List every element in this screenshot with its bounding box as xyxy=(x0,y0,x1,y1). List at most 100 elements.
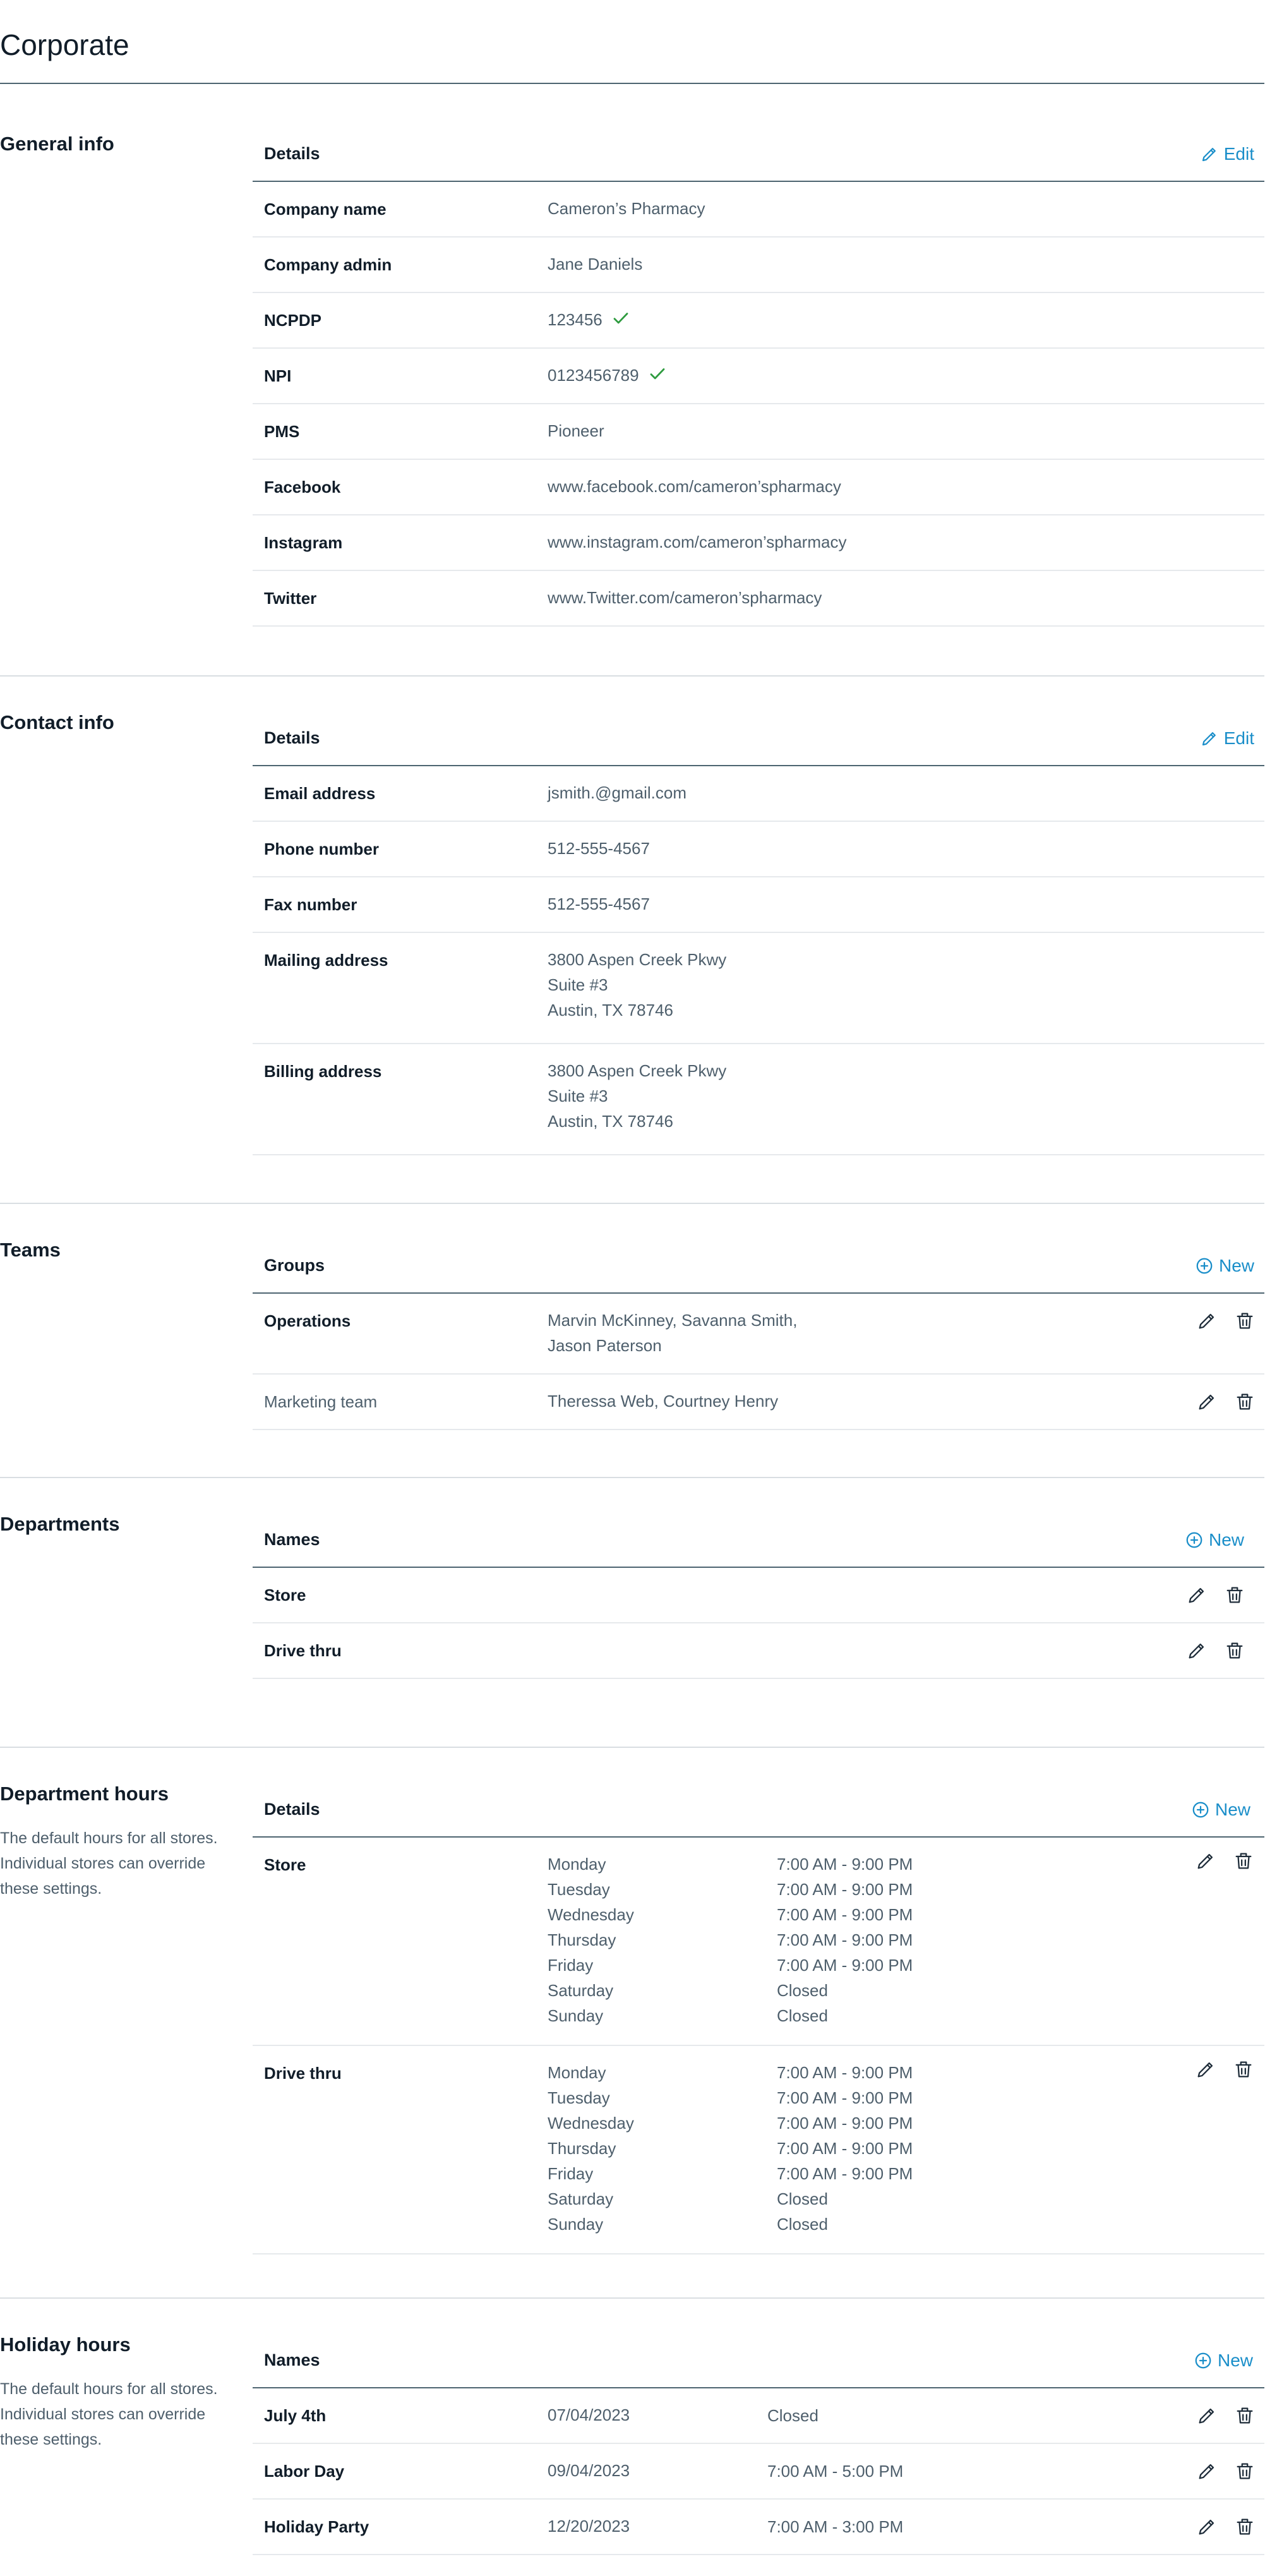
table-row: Operations Marvin McKinney, Savanna Smit… xyxy=(253,1294,1264,1375)
edit-general-button[interactable]: Edit xyxy=(1200,144,1254,164)
day-hours: 7:00 AM - 9:00 PM xyxy=(777,2088,913,2107)
edit-pencil-icon[interactable] xyxy=(1196,1391,1218,1412)
row-label: Fax number xyxy=(264,895,357,914)
member-line: Marvin McKinney, Savanna Smith, xyxy=(548,1311,798,1330)
day-name: Monday xyxy=(548,1855,606,1874)
row-actions xyxy=(1196,1310,1256,1332)
trash-icon[interactable] xyxy=(1224,1640,1245,1661)
day-hours: 7:00 AM - 9:00 PM xyxy=(777,2139,913,2158)
edit-pencil-icon[interactable] xyxy=(1196,2516,1218,2537)
row-label: Facebook xyxy=(264,478,341,497)
new-holiday-button[interactable]: New xyxy=(1194,2350,1253,2371)
general-info-table: Details Edit Company name Cameron’s Phar… xyxy=(253,126,1264,627)
pencil-icon xyxy=(1202,148,1216,162)
column-header: Details xyxy=(264,728,320,747)
edit-pencil-icon[interactable] xyxy=(1186,1640,1208,1661)
day-list: Monday Tuesday Wednesday Thursday Friday… xyxy=(548,2060,634,2237)
table-row: Company admin Jane Daniels xyxy=(253,238,1264,293)
row-value: Marvin McKinney, Savanna Smith, Jason Pa… xyxy=(548,1308,797,1358)
table-header: Details Edit xyxy=(253,126,1264,182)
department-hours-section: Department hours The default hours for a… xyxy=(0,1747,1264,2297)
row-value: www.facebook.com/cameron’spharmacy xyxy=(548,477,841,496)
table-header: Details Edit xyxy=(253,711,1264,766)
table-row: Drive thru xyxy=(253,1623,1264,1679)
column-header: Details xyxy=(264,144,320,163)
table-row: Email address jsmith.@gmail.com xyxy=(253,766,1264,822)
trash-icon[interactable] xyxy=(1224,1584,1245,1606)
day-name: Sunday xyxy=(548,2215,604,2234)
table-header: Groups New xyxy=(253,1238,1264,1294)
new-team-button[interactable]: New xyxy=(1195,1256,1254,1276)
address-line: Austin, TX 78746 xyxy=(548,1001,673,1020)
row-value: Jane Daniels xyxy=(548,255,643,274)
plus-circle-icon xyxy=(1192,1802,1209,1818)
edit-pencil-icon[interactable] xyxy=(1195,2059,1216,2080)
day-name: Monday xyxy=(548,2063,606,2082)
row-actions xyxy=(1195,1850,1254,1872)
row-actions xyxy=(1196,2460,1256,2482)
table-row: Instagram www.instagram.com/cameron’spha… xyxy=(253,515,1264,571)
row-value: 512-555-4567 xyxy=(548,894,650,913)
day-list: Monday Tuesday Wednesday Thursday Friday… xyxy=(548,1851,634,2028)
member-line: Jason Paterson xyxy=(548,1336,662,1355)
table-header: Names New xyxy=(253,1512,1264,1568)
edit-pencil-icon[interactable] xyxy=(1196,2460,1218,2482)
row-label: Billing address xyxy=(264,1062,382,1081)
table-row: Twitter www.Twitter.com/cameron’spharmac… xyxy=(253,571,1264,627)
address-line: Suite #3 xyxy=(548,975,608,994)
row-actions xyxy=(1196,2405,1256,2426)
table-row: Company name Cameron’s Pharmacy xyxy=(253,182,1264,238)
holiday-date: 09/04/2023 xyxy=(548,2461,630,2480)
trash-icon[interactable] xyxy=(1234,1391,1256,1412)
day-name: Friday xyxy=(548,2164,594,2183)
plus-circle-icon xyxy=(1195,2352,1211,2369)
departments-table: Names New Store Drive thru xyxy=(253,1512,1264,1679)
holiday-hours-section: Holiday hours The default hours for all … xyxy=(0,2297,1264,2576)
hours-group: Drive thru Monday Tuesday Wednesday Thur… xyxy=(253,2046,1264,2254)
holiday-hours: 7:00 AM - 3:00 PM xyxy=(767,2517,904,2536)
edit-label: Edit xyxy=(1223,144,1254,164)
row-label: Company name xyxy=(264,200,387,219)
trash-icon[interactable] xyxy=(1234,1310,1256,1332)
trash-icon[interactable] xyxy=(1234,2405,1256,2426)
verified-check-icon xyxy=(613,313,628,324)
hours-group: Store Monday Tuesday Wednesday Thursday … xyxy=(253,1838,1264,2046)
row-value: jsmith.@gmail.com xyxy=(548,783,686,802)
day-hours: Closed xyxy=(777,2189,828,2208)
trash-icon[interactable] xyxy=(1233,1850,1254,1872)
edit-label: Edit xyxy=(1223,728,1254,748)
table-header: Names New xyxy=(253,2333,1264,2388)
address-line: Austin, TX 78746 xyxy=(548,1112,673,1131)
plus-circle-icon xyxy=(1186,1532,1202,1548)
trash-icon[interactable] xyxy=(1234,2460,1256,2482)
section-title: Holiday hours xyxy=(0,2333,131,2356)
department-hours-table: Details New Store Monday Tuesday Wednesd… xyxy=(253,1782,1264,2254)
edit-pencil-icon[interactable] xyxy=(1186,1584,1208,1606)
edit-contact-button[interactable]: Edit xyxy=(1200,728,1254,749)
day-name: Saturday xyxy=(548,1981,614,2000)
new-hours-button[interactable]: New xyxy=(1191,1800,1250,1820)
new-department-button[interactable]: New xyxy=(1185,1530,1244,1550)
page-title: Corporate xyxy=(0,28,129,61)
row-value: 512-555-4567 xyxy=(548,839,650,858)
row-label: NCPDP xyxy=(264,311,322,330)
edit-pencil-icon[interactable] xyxy=(1195,1850,1216,1872)
edit-pencil-icon[interactable] xyxy=(1196,1310,1218,1332)
trash-icon[interactable] xyxy=(1233,2059,1254,2080)
trash-icon[interactable] xyxy=(1234,2516,1256,2537)
day-hours: 7:00 AM - 9:00 PM xyxy=(777,2063,913,2082)
row-label: Company admin xyxy=(264,255,392,274)
column-header: Details xyxy=(264,1800,320,1819)
row-value: 123456 xyxy=(548,307,630,332)
day-hours: 7:00 AM - 9:00 PM xyxy=(777,2114,913,2133)
npi-value: 0123456789 xyxy=(548,366,639,385)
row-actions xyxy=(1196,1391,1256,1412)
row-label: Holiday Party xyxy=(264,2517,369,2536)
table-row: Mailing address 3800 Aspen Creek Pkwy Su… xyxy=(253,933,1264,1044)
general-info-section: General info Details Edit Company name C… xyxy=(0,126,1264,676)
day-name: Wednesday xyxy=(548,2114,634,2133)
contact-info-table: Details Edit Email address jsmith.@gmail… xyxy=(253,711,1264,1155)
day-name: Thursday xyxy=(548,2139,616,2158)
edit-pencil-icon[interactable] xyxy=(1196,2405,1218,2426)
day-name: Friday xyxy=(548,1956,594,1975)
